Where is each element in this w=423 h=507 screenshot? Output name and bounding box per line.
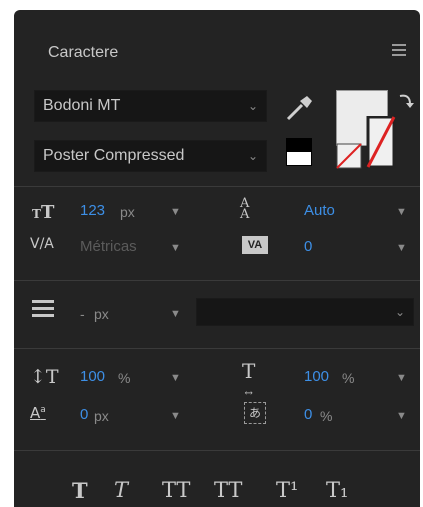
tracking-value[interactable]: 0 xyxy=(304,238,312,255)
tsume-dropdown-arrow[interactable]: ▼ xyxy=(396,410,407,422)
tsume-icon: あ xyxy=(244,402,266,424)
horizontal-scale-dropdown-arrow[interactable]: ▼ xyxy=(396,372,407,384)
leading-icon: AA xyxy=(240,196,250,222)
panel-title: Caractere xyxy=(48,44,119,61)
baseline-shift-icon: Aa xyxy=(30,404,46,422)
eyedropper-icon[interactable] xyxy=(282,92,316,124)
font-family-dropdown[interactable]: Bodoni MT ⌄ xyxy=(34,90,267,122)
leading-value[interactable]: Auto xyxy=(304,202,335,219)
tsume-unit: % xyxy=(320,408,333,424)
kerning-dropdown-arrow[interactable]: ▼ xyxy=(170,242,181,254)
chevron-down-icon: ⌄ xyxy=(394,305,405,319)
vertical-scale-unit: % xyxy=(118,370,131,386)
swap-colors-icon[interactable] xyxy=(397,92,415,112)
font-size-value[interactable]: 123 xyxy=(80,202,105,219)
horizontal-scale-icon: T ↔ xyxy=(242,359,256,399)
separator xyxy=(14,450,420,451)
default-colors-swatch[interactable] xyxy=(286,138,312,166)
separator xyxy=(14,280,420,281)
stroke-style-dropdown[interactable]: ⌄ xyxy=(196,298,414,326)
baseline-shift-dropdown-arrow[interactable]: ▼ xyxy=(170,410,181,422)
horizontal-scale-unit: % xyxy=(342,370,355,386)
font-style-value: Poster Compressed xyxy=(43,147,185,164)
hamburger-menu-icon[interactable] xyxy=(392,44,406,59)
baseline-shift-unit: px xyxy=(94,408,109,424)
font-size-icon: ​TT xyxy=(32,202,55,223)
chevron-down-icon: ⌄ xyxy=(247,149,258,163)
kerning-icon: V/A xyxy=(30,236,54,252)
vertical-scale-dropdown-arrow[interactable]: ▼ xyxy=(170,372,181,384)
baseline-shift-value[interactable]: 0 xyxy=(80,406,88,423)
small-caps-button[interactable]: TT xyxy=(214,478,242,502)
stroke-width-dropdown-arrow[interactable]: ▼ xyxy=(170,308,181,320)
chevron-down-icon: ⌄ xyxy=(247,99,258,113)
subscript-button[interactable]: T₁ xyxy=(326,478,348,502)
separator xyxy=(14,186,420,187)
tracking-dropdown-arrow[interactable]: ▼ xyxy=(396,242,407,254)
all-caps-button[interactable]: TT xyxy=(162,478,190,502)
separator xyxy=(14,348,420,349)
stroke-width-value[interactable]: - xyxy=(80,306,85,322)
font-style-dropdown[interactable]: Poster Compressed ⌄ xyxy=(34,140,267,172)
stroke-color-swatch[interactable] xyxy=(336,116,396,172)
leading-dropdown-arrow[interactable]: ▼ xyxy=(396,206,407,218)
stroke-width-unit: px xyxy=(94,306,109,322)
character-panel: Caractere Bodoni MT ⌄ Poster Compressed … xyxy=(14,10,420,507)
faux-bold-button[interactable]: T xyxy=(72,478,88,503)
superscript-button[interactable]: T¹ xyxy=(276,478,298,502)
stroke-width-icon xyxy=(32,300,54,317)
vertical-scale-icon: ↕T xyxy=(30,366,59,388)
font-size-unit: px xyxy=(120,204,135,220)
tsume-value[interactable]: 0 xyxy=(304,406,312,423)
font-size-dropdown-arrow[interactable]: ▼ xyxy=(170,206,181,218)
horizontal-scale-value[interactable]: 100 xyxy=(304,368,329,385)
tracking-icon: VA xyxy=(242,236,268,254)
kerning-value[interactable]: Métricas xyxy=(80,238,137,255)
faux-italic-button[interactable]: T xyxy=(114,478,128,502)
vertical-scale-value[interactable]: 100 xyxy=(80,368,105,385)
font-family-value: Bodoni MT xyxy=(43,97,121,114)
